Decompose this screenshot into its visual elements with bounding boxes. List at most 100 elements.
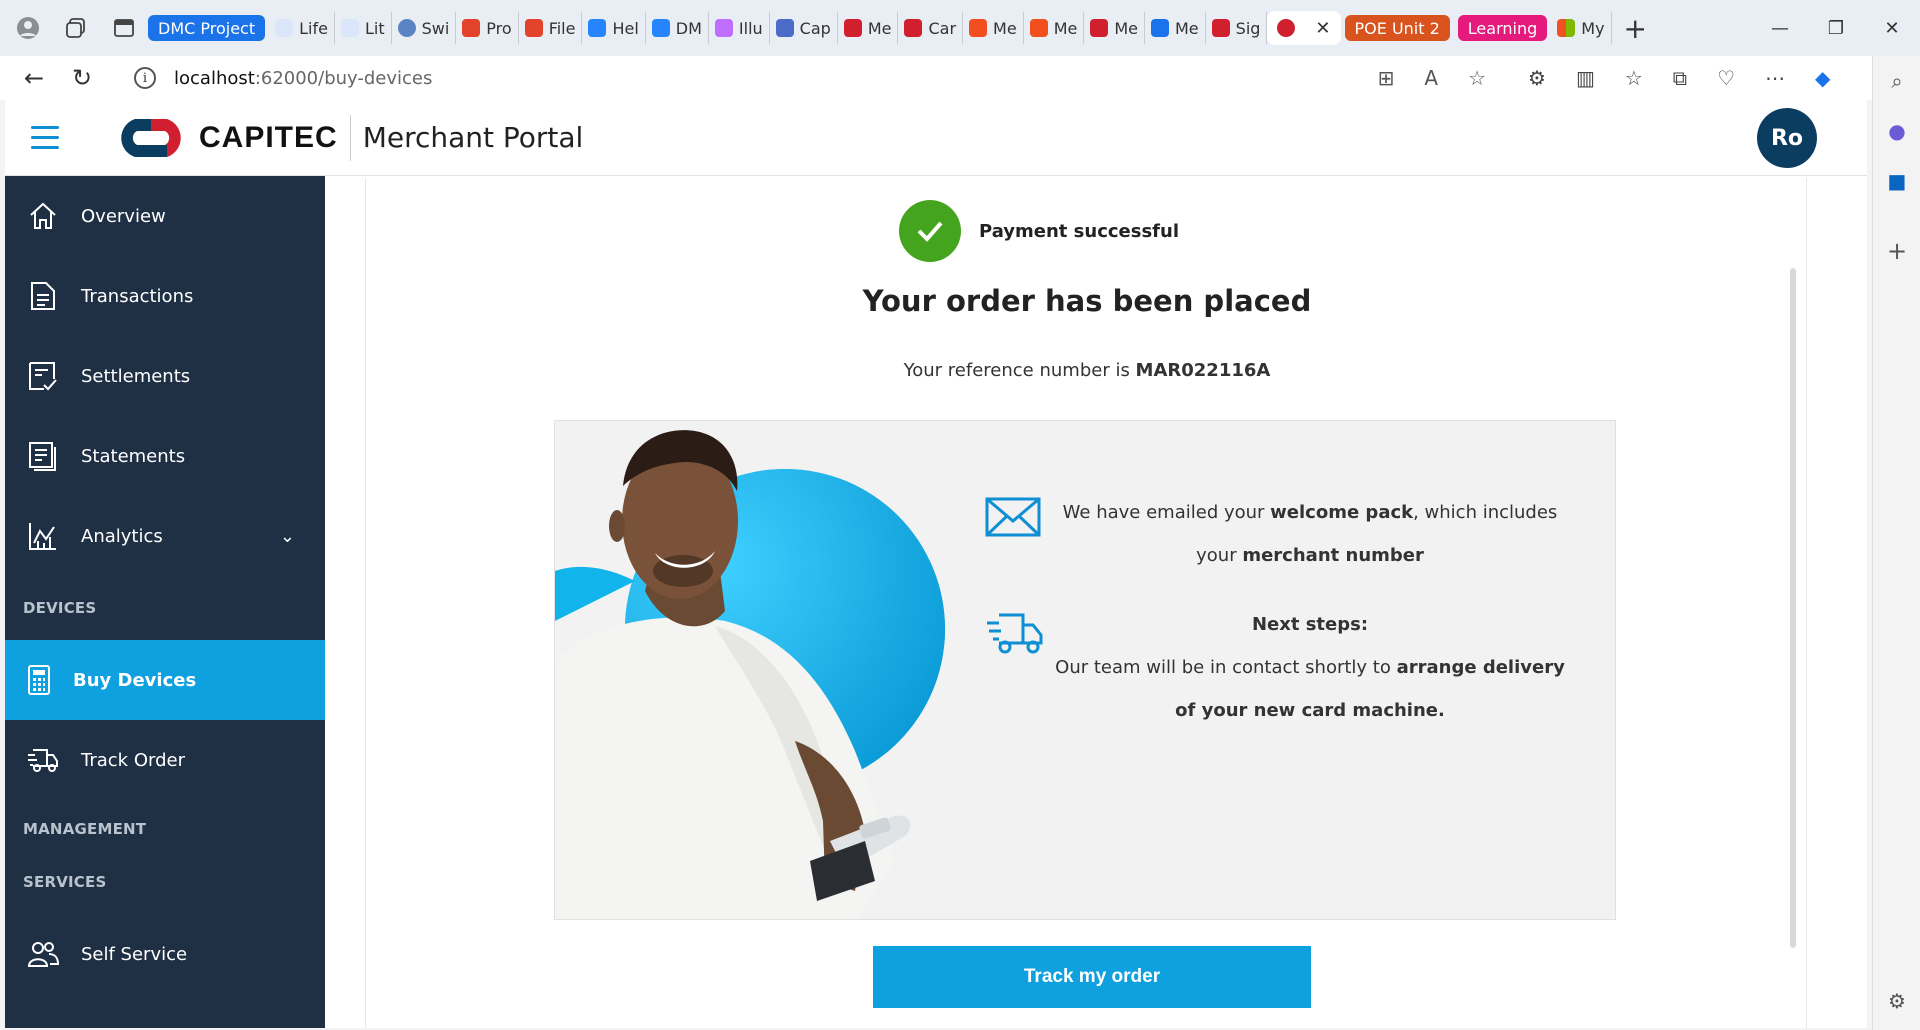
search-icon[interactable]: ⌕ xyxy=(1873,56,1920,106)
tab-me-1[interactable]: Me xyxy=(838,12,899,44)
swirl-icon xyxy=(397,19,416,37)
capitec-logo[interactable]: CAPITEC xyxy=(113,117,338,159)
copilot-sidebar-icon[interactable]: ● xyxy=(1873,106,1920,156)
close-tab-icon[interactable]: ✕ xyxy=(1315,18,1330,39)
track-order-button[interactable]: Track my order xyxy=(873,946,1311,1008)
sidebar-section-devices: DEVICES xyxy=(23,599,97,617)
delivery-truck-icon xyxy=(27,744,59,776)
page-scrollbar[interactable] xyxy=(1790,268,1796,948)
tab-label: Lit xyxy=(364,18,385,38)
browser-toolbar: ← ↻ i localhost:62000/buy-devices ⊞ A ☆ … xyxy=(0,56,1920,100)
address-bar[interactable]: i localhost:62000/buy-devices ⊞ A ☆ xyxy=(116,59,1506,97)
tab-pro[interactable]: Pro xyxy=(456,12,519,44)
tab-life[interactable]: Life xyxy=(269,12,335,44)
tab-strip: DMC Project Life Lit Swi Pro File Hel DM… xyxy=(0,0,1920,56)
email-info-text: We have emailed your welcome pack, which… xyxy=(1055,491,1565,577)
sidebar-item-transactions[interactable]: Transactions xyxy=(5,256,325,336)
new-tab-icon[interactable]: + xyxy=(1624,12,1647,45)
portal-title: Merchant Portal xyxy=(362,121,584,154)
email-bold-2: merchant number xyxy=(1242,545,1424,566)
capitec-icon xyxy=(1277,19,1296,37)
tab-group-learning[interactable]: Learning xyxy=(1457,15,1548,41)
favorites-icon[interactable]: ☆ xyxy=(1625,66,1643,90)
sidebar-item-statements[interactable]: Statements xyxy=(5,416,325,496)
tab-label: Sig xyxy=(1235,18,1261,38)
tab-car[interactable]: Car xyxy=(898,12,964,44)
sidebar-item-buy-devices[interactable]: Buy Devices xyxy=(5,640,325,720)
settlement-icon xyxy=(27,360,59,392)
sidebar-item-label: Analytics xyxy=(81,525,163,547)
main-content: Payment successful Your order has been p… xyxy=(365,178,1807,1028)
hamburger-menu-icon[interactable] xyxy=(31,126,59,149)
restore-icon[interactable]: ❐ xyxy=(1808,18,1864,39)
favorite-star-icon[interactable]: ☆ xyxy=(1468,66,1486,90)
profile-icon[interactable] xyxy=(8,8,48,48)
tab-group-poe-unit-2[interactable]: POE Unit 2 xyxy=(1344,15,1450,41)
email-bold-1: welcome pack xyxy=(1270,502,1414,523)
tab-sig[interactable]: Sig xyxy=(1206,12,1268,44)
sidebar-item-overview[interactable]: Overview xyxy=(5,176,325,256)
tab-me-4[interactable]: Me xyxy=(1084,12,1145,44)
site-info-icon[interactable]: i xyxy=(134,67,156,89)
email-text-1: We have emailed your xyxy=(1062,502,1271,523)
tab-illu[interactable]: Illu xyxy=(709,12,770,44)
tab-swi[interactable]: Swi xyxy=(392,12,457,44)
capitec-icon xyxy=(1090,19,1109,37)
sidebar-item-settlements[interactable]: Settlements xyxy=(5,336,325,416)
next-steps-info: Next steps: Our team will be in contact … xyxy=(987,603,1595,732)
refresh-icon[interactable]: ↻ xyxy=(58,64,106,92)
tab-my[interactable]: My xyxy=(1551,12,1612,44)
microsoft-icon xyxy=(1557,19,1576,37)
extensions-icon[interactable]: ⚙ xyxy=(1528,66,1546,90)
jira-icon xyxy=(588,19,607,37)
sidebar-settings-icon[interactable]: ⚙ xyxy=(1873,976,1920,1026)
payment-status-text: Payment successful xyxy=(978,220,1179,242)
analytics-icon xyxy=(27,520,59,552)
copilot-icon[interactable]: ◆ xyxy=(1815,66,1830,90)
sidebar-item-label: Overview xyxy=(81,205,166,227)
tab-active[interactable]: ✕ xyxy=(1267,11,1341,45)
tab-label: DM xyxy=(675,18,702,38)
tab-group-dmc-project[interactable]: DMC Project xyxy=(148,15,266,41)
tab-label: Me xyxy=(1175,18,1199,38)
apps-icon[interactable]: ⊞ xyxy=(1378,66,1395,90)
browser-essentials-icon[interactable]: ♡ xyxy=(1717,66,1735,90)
page-title: Your order has been placed xyxy=(862,284,1312,318)
chevron-down-icon[interactable]: ⌄ xyxy=(280,526,295,547)
reference-number: MAR022116A xyxy=(1135,360,1271,381)
tab-me-3[interactable]: Me xyxy=(1024,12,1085,44)
minimize-icon[interactable]: — xyxy=(1752,18,1808,39)
user-avatar[interactable]: Ro xyxy=(1757,108,1817,168)
tab-dm[interactable]: DM xyxy=(646,12,709,44)
more-icon[interactable]: ⋯ xyxy=(1765,66,1785,90)
email-text-3: your xyxy=(1196,545,1243,566)
tab-label: Pro xyxy=(486,18,512,38)
tab-file[interactable]: File xyxy=(519,12,583,44)
tab-actions-icon[interactable] xyxy=(104,8,144,48)
reference-prefix: Your reference number is xyxy=(903,360,1136,381)
tab-label: My xyxy=(1581,18,1605,38)
tab-me-2[interactable]: Me xyxy=(963,12,1024,44)
tab-hel[interactable]: Hel xyxy=(582,12,646,44)
read-aloud-icon[interactable]: A xyxy=(1424,66,1438,90)
next-bold-1: arrange delivery xyxy=(1396,657,1565,678)
back-icon[interactable]: ← xyxy=(10,64,58,92)
outlook-icon[interactable]: ■ xyxy=(1873,156,1920,206)
capitec-icon xyxy=(843,19,862,37)
close-window-icon[interactable]: ✕ xyxy=(1864,18,1920,39)
sidebar-item-track-order[interactable]: Track Order xyxy=(5,720,325,800)
workspaces-icon[interactable] xyxy=(56,8,96,48)
check-icon xyxy=(898,200,961,262)
sidebar-item-self-service[interactable]: Self Service xyxy=(5,914,325,994)
collections-icon[interactable]: ⧉ xyxy=(1673,66,1687,90)
cross-icon xyxy=(1151,19,1169,37)
sidebar-item-analytics[interactable]: Analytics ⌄ xyxy=(5,496,325,576)
sidebar-section-management: MANAGEMENT xyxy=(23,820,147,838)
split-screen-icon[interactable]: ▥ xyxy=(1576,66,1595,90)
document-icon xyxy=(27,280,59,312)
tab-me-5[interactable]: Me xyxy=(1145,12,1206,44)
envelope-icon xyxy=(985,497,1055,541)
tab-lit[interactable]: Lit xyxy=(335,12,392,44)
add-sidebar-icon[interactable]: + xyxy=(1873,226,1920,276)
tab-cap[interactable]: Cap xyxy=(770,12,838,44)
